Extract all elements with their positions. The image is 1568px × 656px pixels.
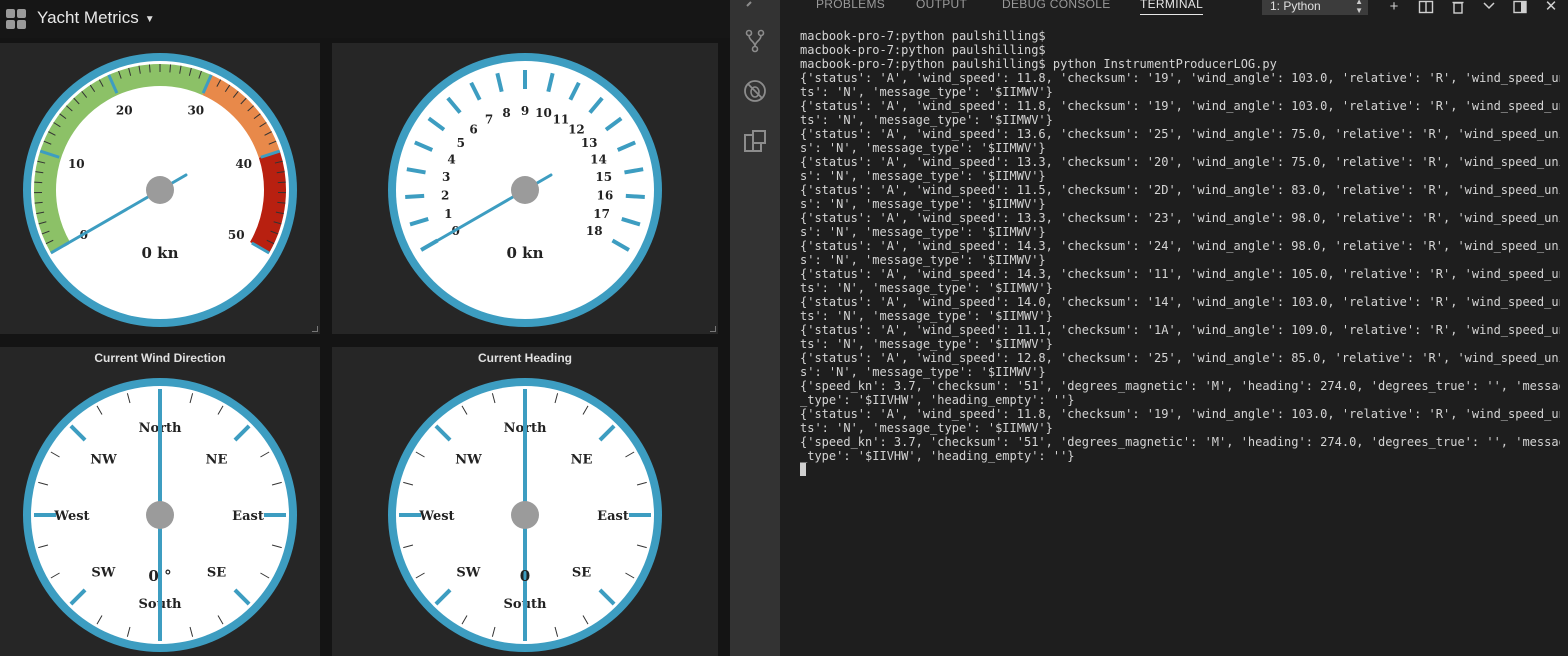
tick-label: 6 xyxy=(469,123,477,137)
minor-tick xyxy=(277,181,286,184)
panel-wind-direction: Current Wind Direction NorthNEEastSESout… xyxy=(0,347,320,656)
compass-label: West xyxy=(418,509,454,524)
tick-label: 12 xyxy=(568,123,585,137)
terminal-select-value: 1: Python xyxy=(1270,0,1321,13)
resize-handle[interactable] xyxy=(312,326,318,332)
dashboard-title-dropdown[interactable]: Yacht Metrics ▼ xyxy=(37,8,155,28)
major-tick xyxy=(405,193,425,199)
tick-label: 13 xyxy=(581,136,598,150)
tick-label: 18 xyxy=(586,224,603,238)
maximize-panel-icon[interactable] xyxy=(1512,0,1528,14)
debug-icon[interactable] xyxy=(743,79,767,103)
trash-icon[interactable] xyxy=(1450,0,1466,14)
edit-icon[interactable] xyxy=(743,0,767,10)
minor-tick xyxy=(34,181,43,184)
compass-hub xyxy=(146,501,174,529)
terminal-text: macbook-pro-7:python paulshilling$ macbo… xyxy=(800,29,1560,463)
tick-label: 16 xyxy=(597,189,614,203)
compass-label: NE xyxy=(571,452,593,467)
tick-label: 15 xyxy=(595,170,612,184)
tab-debug-console[interactable]: DEBUG CONSOLE xyxy=(1002,0,1111,11)
terminal-cursor xyxy=(800,463,806,476)
tick-label: 4 xyxy=(447,152,455,166)
dashboard-title: Yacht Metrics xyxy=(37,8,139,27)
dashboard-header: Yacht Metrics ▼ xyxy=(0,0,730,38)
tick-label: 50 xyxy=(228,228,245,242)
tick-label: 2 xyxy=(441,189,449,203)
tick-label: 9 xyxy=(521,104,529,118)
split-terminal-icon[interactable] xyxy=(1418,0,1434,14)
activity-bar xyxy=(730,0,780,656)
tick-label: 10 xyxy=(68,157,85,171)
tick-label: 20 xyxy=(116,104,133,118)
tick-label: 3 xyxy=(442,170,450,184)
extensions-icon[interactable] xyxy=(743,129,767,153)
new-terminal-icon[interactable]: + xyxy=(1386,0,1402,14)
compass-label: NE xyxy=(206,452,228,467)
minor-tick xyxy=(169,64,172,73)
panel-boat-speed: 0123456789101112131415161718 0 kn xyxy=(332,43,718,334)
gauge-hub xyxy=(146,176,174,204)
grid-logo-icon[interactable] xyxy=(6,9,26,29)
compass-label: SW xyxy=(456,566,480,581)
compass-label: SE xyxy=(572,566,591,581)
minor-tick xyxy=(148,64,151,73)
select-arrows-icon: ▲ ▼ xyxy=(1355,0,1363,15)
compass-label: West xyxy=(53,509,89,524)
tick-label: 40 xyxy=(235,157,252,171)
chevron-down-icon[interactable] xyxy=(1481,0,1497,14)
compass-label: NW xyxy=(90,452,117,467)
compass-label: East xyxy=(232,509,264,524)
source-control-icon[interactable] xyxy=(743,29,767,53)
tab-terminal[interactable]: TERMINAL xyxy=(1140,0,1204,15)
compass-label: SE xyxy=(207,566,226,581)
tick-label: 5 xyxy=(457,136,465,150)
tick-label: 8 xyxy=(502,106,510,120)
gauge-hub xyxy=(511,176,539,204)
tick-label: 14 xyxy=(590,152,607,166)
tick-label: 17 xyxy=(593,207,610,221)
resize-handle[interactable] xyxy=(710,326,716,332)
compass-wind-direction: NorthNEEastSESouthSWWestNW 0 ° xyxy=(23,378,297,652)
panel-heading: Current Heading NorthNEEastSESouthSWWest… xyxy=(332,347,718,656)
compass-label: East xyxy=(597,509,629,524)
tick-label: 11 xyxy=(553,113,570,127)
speed-gauge-2: 0123456789101112131415161718 0 kn xyxy=(388,53,662,327)
close-icon[interactable]: ✕ xyxy=(1543,0,1559,14)
compass-heading: NorthNEEastSESouthSWWestNW 0 xyxy=(388,378,662,652)
caret-down-icon: ▼ xyxy=(144,13,155,25)
compass-value-label: 0 ° xyxy=(148,567,171,585)
tab-problems[interactable]: PROBLEMS xyxy=(816,0,885,11)
major-tick xyxy=(625,193,645,199)
speed-gauge: 01020304050 0 kn xyxy=(23,53,297,327)
tick-label: 1 xyxy=(444,207,452,221)
panel-wind-speed: 01020304050 0 kn xyxy=(0,43,320,334)
gauge-value-label: 0 kn xyxy=(507,244,544,262)
compass-hub xyxy=(511,501,539,529)
compass-label: SW xyxy=(91,566,115,581)
compass-value-label: 0 xyxy=(520,567,530,585)
tick-label: 30 xyxy=(187,104,204,118)
tab-output[interactable]: OUTPUT xyxy=(916,0,967,11)
terminal-select[interactable]: 1: Python ▲ ▼ xyxy=(1262,0,1368,15)
gauge-value-label: 0 kn xyxy=(142,244,179,262)
tick-label: 7 xyxy=(485,113,493,127)
dashboard: Yacht Metrics ▼ 01020304050 0 kn 0123456… xyxy=(0,0,730,656)
terminal-output[interactable]: macbook-pro-7:python paulshilling$ macbo… xyxy=(800,29,1560,649)
tick-label: 10 xyxy=(535,106,552,120)
compass-label: NW xyxy=(455,452,482,467)
